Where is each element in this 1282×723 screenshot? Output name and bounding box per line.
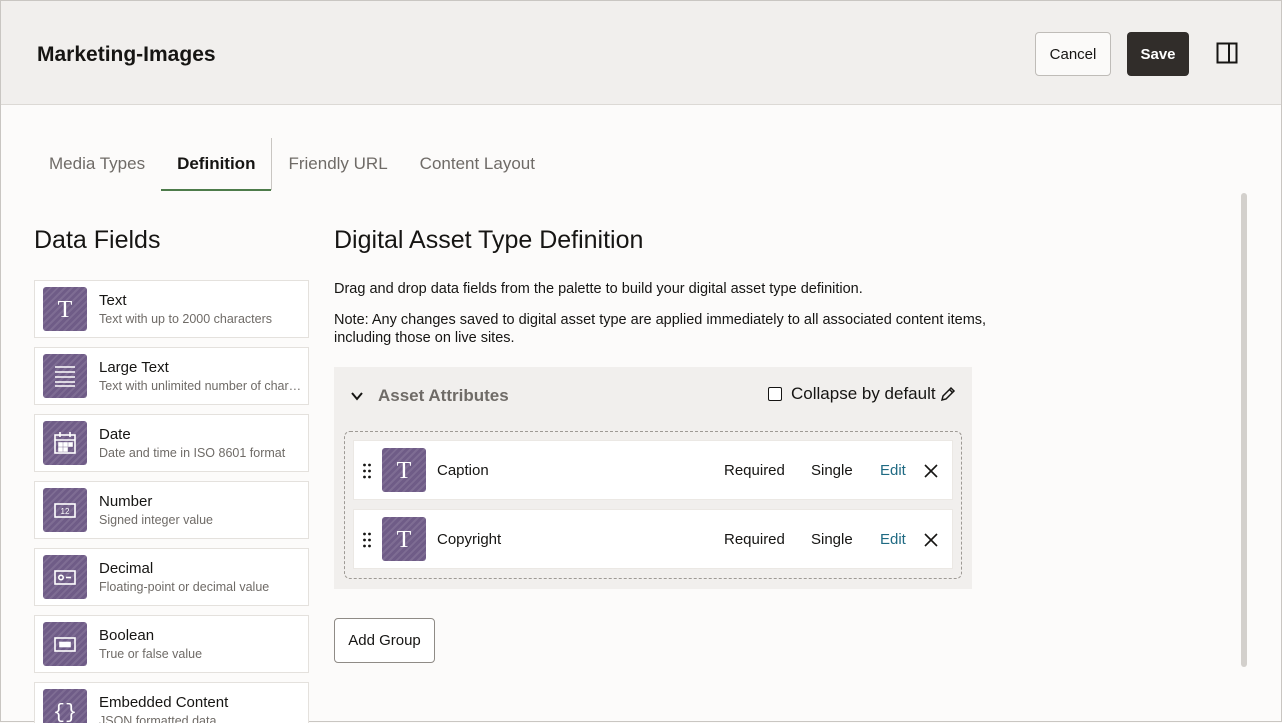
group-title: Asset Attributes [378,386,509,405]
palette-item-date[interactable]: Date Date and time in ISO 8601 format [34,414,309,472]
palette-item-desc: Text with unlimited number of characters [99,379,304,393]
definition-intro: Drag and drop data fields from the palet… [334,281,863,297]
add-group-button[interactable]: Add Group [334,618,435,663]
svg-text:T: T [397,527,412,551]
collapse-by-default-label[interactable]: Collapse by default [791,384,936,404]
palette-item-embedded-content[interactable]: {} Embedded Content JSON formatted data [34,682,309,723]
boolean-icon [43,622,87,666]
palette-item-name: Text [99,292,127,309]
palette-item-desc: Floating-point or decimal value [99,580,270,594]
palette-item-name: Boolean [99,627,155,644]
palette-item-large-text[interactable]: Large Text Text with unlimited number of… [34,347,309,405]
pencil-icon[interactable] [940,386,956,402]
tab-definition[interactable]: Definition [161,138,273,191]
palette-item-name: Decimal [99,560,154,577]
chevron-down-icon[interactable] [350,389,364,403]
data-fields-palette: T Text Text with up to 2000 characters L… [34,280,309,723]
tab-bar: Media Types Definition Friendly URL Cont… [33,138,551,191]
definition-heading: Digital Asset Type Definition [334,226,644,254]
svg-text:{}: {} [53,702,77,723]
palette-item-name: Number [99,493,153,510]
data-fields-heading: Data Fields [34,226,161,254]
palette-item-text[interactable]: T Text Text with up to 2000 characters [34,280,309,338]
drag-handle-icon[interactable] [362,463,372,479]
page-header: Marketing-Images Cancel Save [1,1,1281,105]
save-button[interactable]: Save [1127,32,1189,76]
panel-toggle-icon[interactable] [1216,42,1238,64]
asset-attributes-group: Asset Attributes Collapse by default T C… [334,367,972,589]
cancel-button[interactable]: Cancel [1035,32,1111,76]
svg-text:T: T [397,458,412,482]
field-edit-link[interactable]: Edit [880,462,906,479]
field-drop-zone[interactable]: T Caption Required Single Edit T Copyrig… [344,431,962,579]
tab-media-types[interactable]: Media Types [33,138,161,190]
close-icon[interactable] [924,464,938,478]
palette-item-desc: True or false value [99,647,203,661]
palette-item-number[interactable]: 12 Number Signed integer value [34,481,309,539]
text-icon: T [43,287,87,331]
field-name: Copyright [437,531,502,548]
palette-item-boolean[interactable]: Boolean True or false value [34,615,309,673]
svg-text:12: 12 [61,507,70,516]
palette-item-desc: Date and time in ISO 8601 format [99,446,286,460]
page-title: Marketing-Images [37,43,216,66]
text-icon: T [382,517,426,561]
palette-item-desc: Signed integer value [99,513,213,527]
palette-item-decimal[interactable]: Decimal Floating-point or decimal value [34,548,309,606]
definition-note: Note: Any changes saved to digital asset… [334,312,987,346]
field-name: Caption [437,462,489,479]
field-cardinality: Single [811,531,853,548]
collapse-by-default-checkbox[interactable] [768,387,782,401]
number-icon: 12 [43,488,87,532]
close-icon[interactable] [924,533,938,547]
field-cardinality: Single [811,462,853,479]
calendar-icon [43,421,87,465]
field-required: Required [724,462,785,479]
palette-item-desc: Text with up to 2000 characters [99,312,273,326]
scrollbar[interactable] [1241,193,1247,667]
decimal-icon [43,555,87,599]
field-row-caption[interactable]: T Caption Required Single Edit [353,440,953,500]
palette-item-name: Large Text [99,359,169,376]
field-edit-link[interactable]: Edit [880,531,906,548]
text-icon: T [382,448,426,492]
palette-item-name: Date [99,426,131,443]
braces-icon: {} [43,689,87,723]
tab-content-layout[interactable]: Content Layout [404,138,551,190]
field-row-copyright[interactable]: T Copyright Required Single Edit [353,509,953,569]
large-text-icon [43,354,87,398]
tab-friendly-url[interactable]: Friendly URL [272,138,403,190]
drag-handle-icon[interactable] [362,532,372,548]
field-required: Required [724,531,785,548]
palette-item-name: Embedded Content [99,694,229,711]
svg-text:T: T [58,297,73,321]
